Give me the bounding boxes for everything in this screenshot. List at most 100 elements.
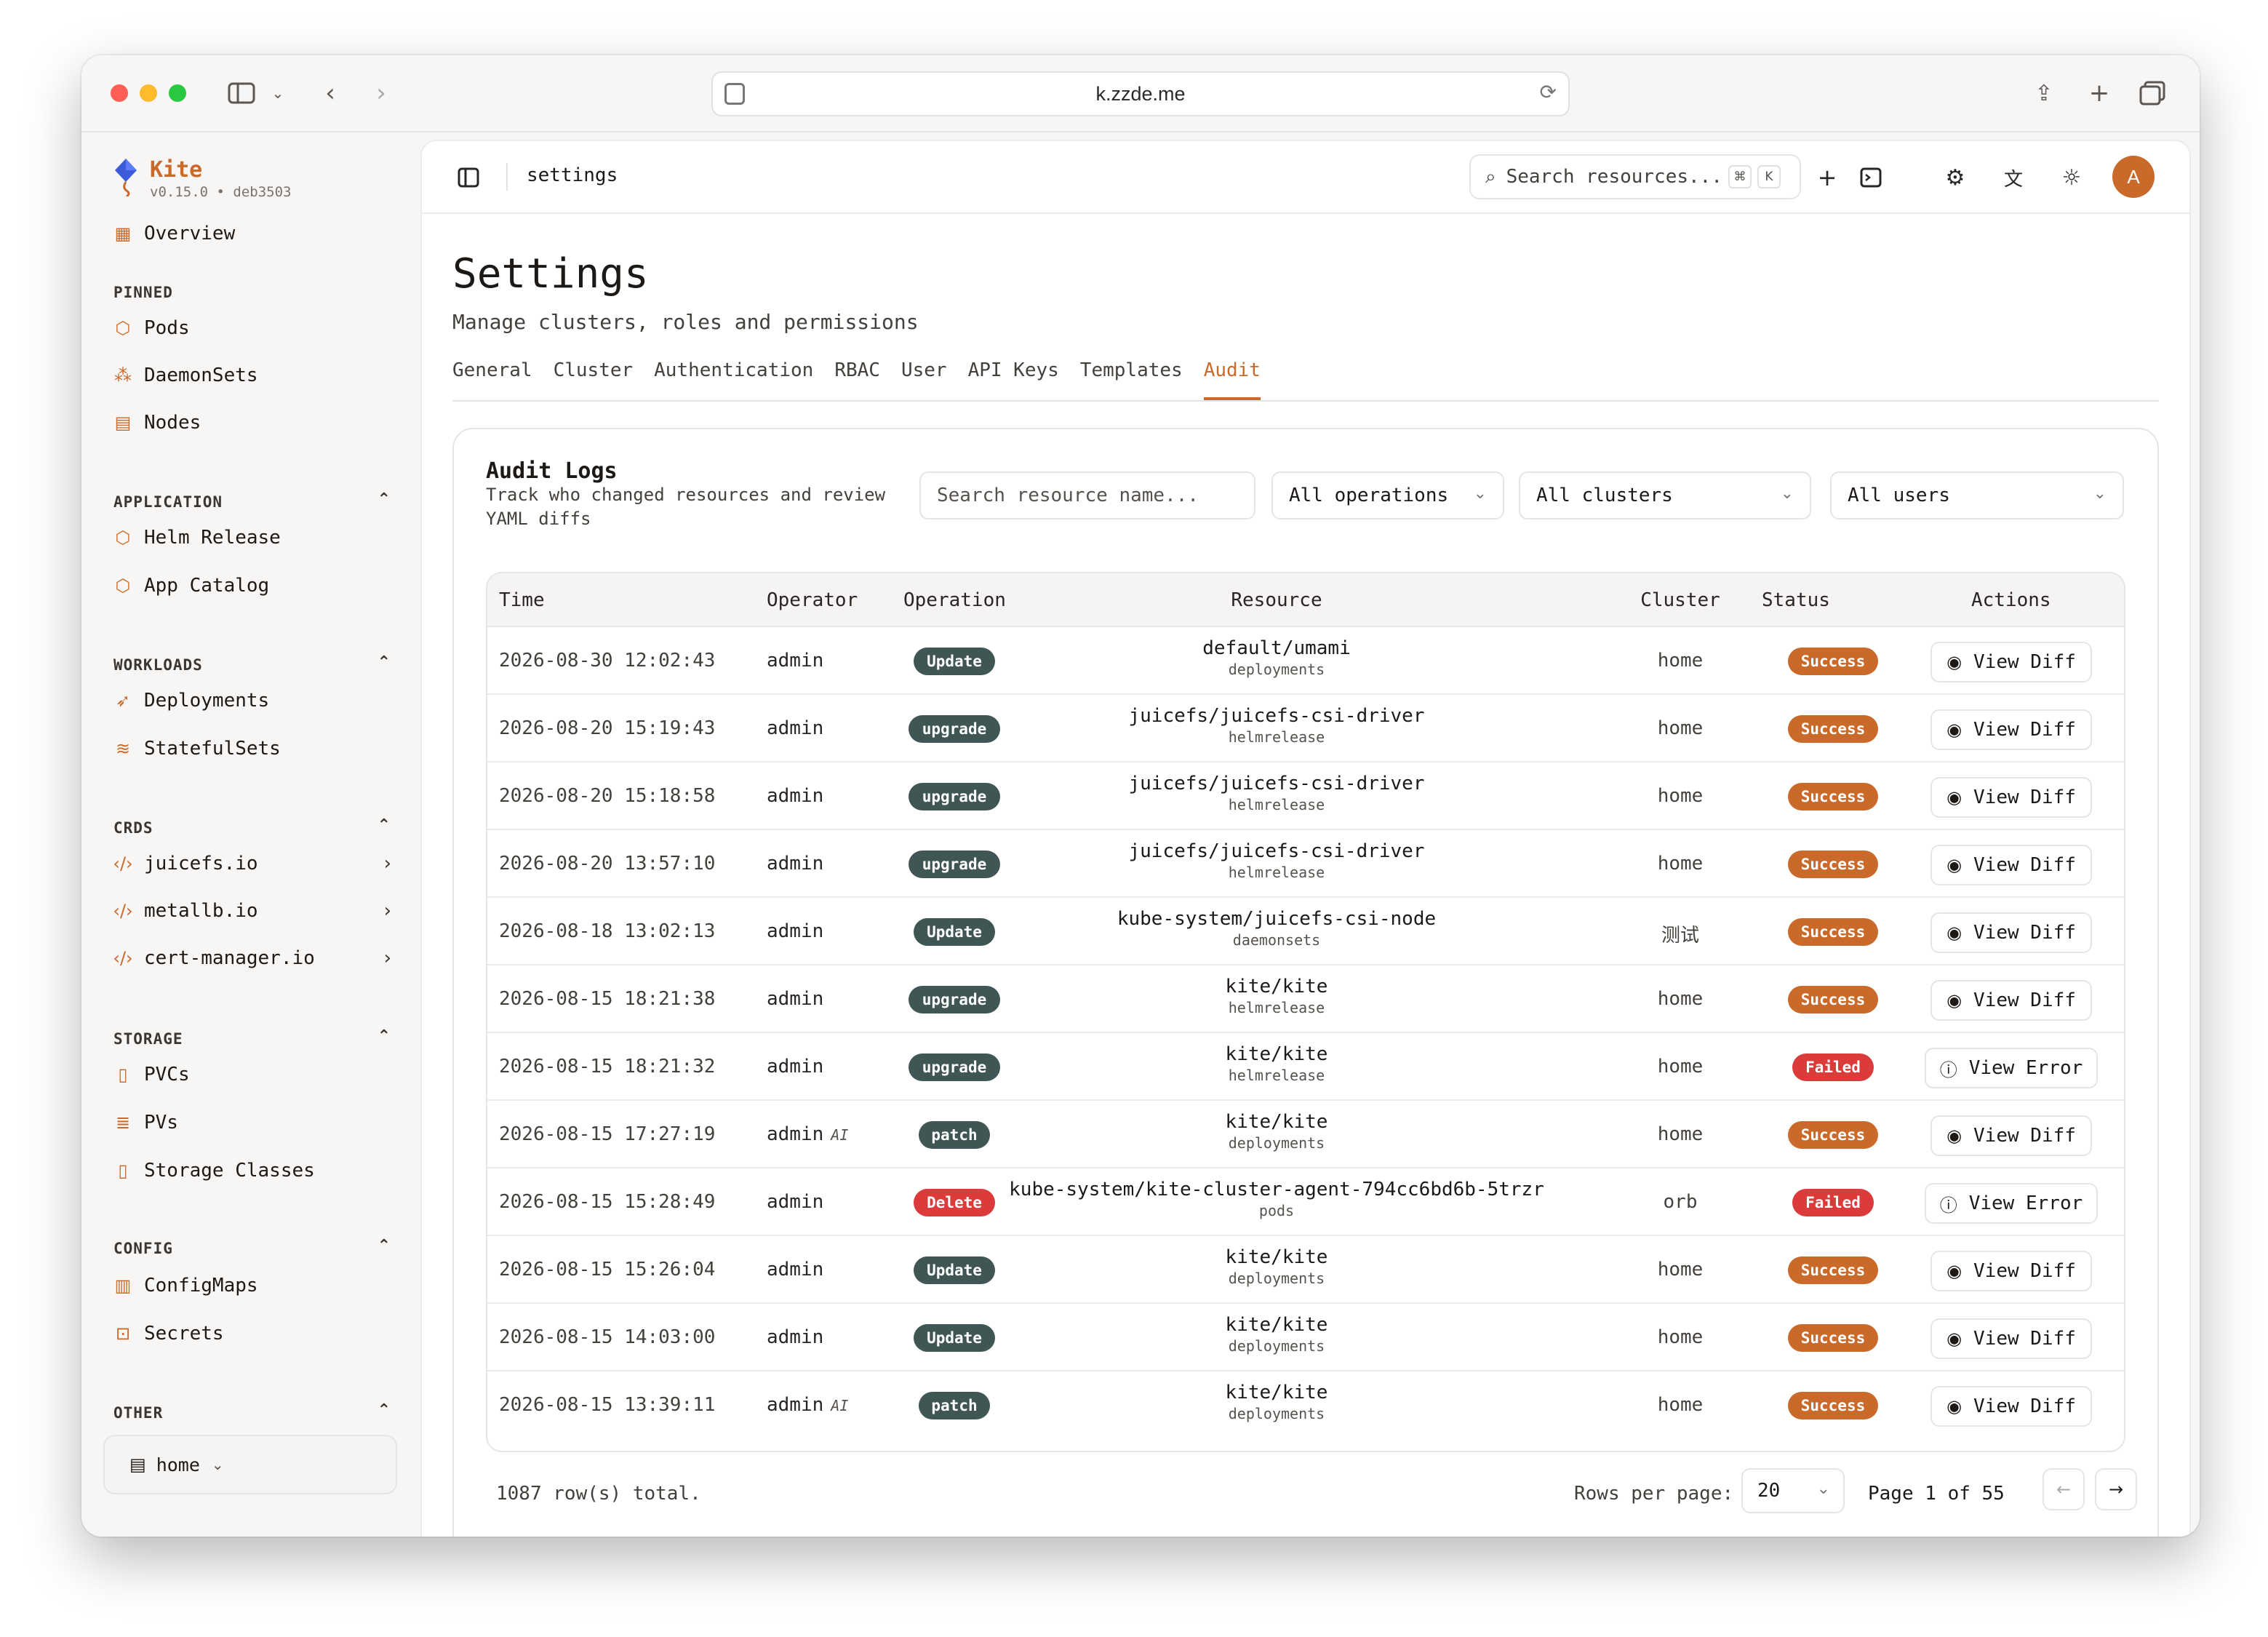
- sidebar-toggle-icon[interactable]: [224, 77, 259, 109]
- sidebar-item-overview[interactable]: ▦ Overview: [113, 217, 404, 250]
- operation-badge: upgrade: [909, 1054, 1000, 1081]
- sidebar-item-deployments[interactable]: ➶ Deployments: [113, 684, 404, 717]
- resource-name[interactable]: kite/kite: [997, 1246, 1557, 1268]
- section-workloads[interactable]: WORKLOADS ⌃: [113, 653, 404, 674]
- sidebar-item-daemonsets[interactable]: ⁂ DaemonSets: [113, 359, 404, 392]
- chevron-up-icon: ⌃: [377, 1027, 391, 1045]
- rows-per-page-select[interactable]: 20 ⌄: [1741, 1468, 1845, 1513]
- section-other[interactable]: OTHER ⌃: [113, 1401, 404, 1422]
- view-diff-button[interactable]: ◉ View Diff: [1930, 1318, 2092, 1359]
- resource-name[interactable]: default/umami: [997, 637, 1557, 659]
- terminal-icon[interactable]: [1855, 162, 1887, 194]
- resource-name[interactable]: kube-system/juicefs-csi-node: [997, 908, 1557, 930]
- view-diff-button[interactable]: ◉ View Diff: [1930, 642, 2092, 682]
- sidebar-item-secrets[interactable]: ⊡ Secrets: [113, 1317, 404, 1350]
- sidebar-item-nodes[interactable]: ▤ Nodes: [113, 406, 404, 439]
- tab-audit[interactable]: Audit: [1203, 359, 1261, 400]
- sidebar-item-pvcs[interactable]: ▯ PVCs: [113, 1058, 404, 1091]
- table-row: 2026-08-18 13:02:13 admin Update kube-syste…: [487, 898, 2124, 965]
- resource-name[interactable]: juicefs/juicefs-csi-driver: [997, 705, 1557, 727]
- back-icon[interactable]: ‹: [316, 77, 345, 109]
- resource-name[interactable]: kite/kite: [997, 1314, 1557, 1336]
- sidebar-item-pvs[interactable]: ≣ PVs: [113, 1106, 404, 1139]
- tab-user[interactable]: User: [901, 359, 947, 400]
- sidebar-item-statefulsets[interactable]: ≋ StatefulSets: [113, 732, 404, 765]
- sidebar-item-configmaps[interactable]: ▥ ConfigMaps: [113, 1269, 404, 1302]
- cell-operator: admin: [767, 988, 824, 1010]
- sidebar-item-pods[interactable]: ⬡ Pods: [113, 311, 404, 345]
- status-badge: Failed: [1792, 1054, 1874, 1081]
- resource-name[interactable]: kite/kite: [997, 976, 1557, 997]
- view-diff-button[interactable]: ◉ View Diff: [1930, 709, 2092, 750]
- sidebar-item-helm-release[interactable]: ⬡ Helm Release: [113, 521, 404, 554]
- search-resources-button[interactable]: ⌕ Search resources... ⌘ K: [1469, 154, 1801, 199]
- view-diff-button[interactable]: ◉ View Diff: [1930, 1251, 2092, 1291]
- view-error-button[interactable]: ⓘ View Error: [1925, 1048, 2098, 1088]
- cell-operator: admin: [767, 1056, 824, 1078]
- operations-filter[interactable]: All operations ⌄: [1271, 471, 1504, 519]
- package-icon: ⬡: [115, 575, 131, 596]
- audit-logs-card: Audit Logs Track who changed resources a…: [452, 428, 2159, 1537]
- panel-toggle-icon[interactable]: [452, 162, 484, 194]
- resource-name[interactable]: kite/kite: [997, 1111, 1557, 1133]
- theme-sun-icon[interactable]: ☼: [2056, 162, 2088, 194]
- tab-authentication[interactable]: Authentication: [654, 359, 813, 400]
- tabs-overview-icon[interactable]: [2134, 77, 2171, 109]
- resource-name[interactable]: juicefs/juicefs-csi-driver: [997, 840, 1557, 862]
- resource-search-input[interactable]: Search resource name...: [919, 471, 1255, 519]
- view-diff-button[interactable]: ◉ View Diff: [1930, 980, 2092, 1021]
- tab-templates[interactable]: Templates: [1080, 359, 1183, 400]
- cell-resource: kite/kite deployments: [997, 1382, 1557, 1422]
- view-diff-button[interactable]: ◉ View Diff: [1930, 912, 2092, 953]
- clusters-filter[interactable]: All clusters ⌄: [1519, 471, 1811, 519]
- view-diff-button[interactable]: ◉ View Diff: [1930, 1115, 2092, 1156]
- tab-general[interactable]: General: [452, 359, 532, 400]
- close-window-button[interactable]: [111, 84, 128, 102]
- sidebar-item-juicefs[interactable]: ‹/› juicefs.io ›: [113, 847, 404, 880]
- maximize-window-button[interactable]: [169, 84, 186, 102]
- user-avatar[interactable]: A: [2112, 156, 2155, 198]
- resource-name[interactable]: kite/kite: [997, 1043, 1557, 1065]
- view-diff-button[interactable]: ◉ View Diff: [1930, 777, 2092, 818]
- address-bar[interactable]: k.zzde.me ⟳: [711, 71, 1570, 116]
- settings-gear-icon[interactable]: ⚙: [1939, 162, 1971, 194]
- section-storage[interactable]: STORAGE ⌃: [113, 1027, 404, 1048]
- sidebar-item-app-catalog[interactable]: ⬡ App Catalog: [113, 569, 404, 602]
- share-icon[interactable]: ⇪: [2028, 77, 2060, 109]
- tab-api-keys[interactable]: API Keys: [968, 359, 1059, 400]
- table-row: 2026-08-20 15:18:58 admin upgrade juicefs/j…: [487, 762, 2124, 830]
- users-filter[interactable]: All users ⌄: [1830, 471, 2124, 519]
- cluster-selector[interactable]: ▤ home ⌄: [103, 1435, 397, 1494]
- sidebar-item-cert-manager[interactable]: ‹/› cert-manager.io ›: [113, 941, 404, 975]
- forward-icon[interactable]: ›: [367, 77, 396, 109]
- cell-resource: juicefs/juicefs-csi-driver helmrelease: [997, 840, 1557, 881]
- new-tab-icon[interactable]: +: [2083, 77, 2115, 109]
- section-crds[interactable]: CRDS ⌃: [113, 816, 404, 837]
- tab-cluster[interactable]: Cluster: [554, 359, 634, 400]
- add-icon[interactable]: +: [1811, 162, 1843, 194]
- minimize-window-button[interactable]: [140, 84, 157, 102]
- view-diff-button[interactable]: ◉ View Diff: [1930, 845, 2092, 885]
- brand[interactable]: Kite v0.15.0 • deb3503: [111, 157, 291, 200]
- section-application[interactable]: APPLICATION ⌃: [113, 490, 404, 511]
- cell-operator: admin: [767, 650, 824, 672]
- resource-name[interactable]: juicefs/juicefs-csi-driver: [997, 773, 1557, 794]
- tab-rbac[interactable]: RBAC: [834, 359, 880, 400]
- translate-reload-icon[interactable]: ⟳: [1540, 80, 1557, 104]
- file-icon: ▯: [118, 1064, 128, 1085]
- cell-cluster: 测试: [1661, 925, 1699, 947]
- resource-name[interactable]: kite/kite: [997, 1382, 1557, 1403]
- next-page-button[interactable]: →: [2095, 1468, 2137, 1510]
- sidebar-item-storage-classes[interactable]: ▯ Storage Classes: [113, 1154, 404, 1187]
- section-config[interactable]: CONFIG ⌃: [113, 1237, 404, 1257]
- sidebar-item-metallb[interactable]: ‹/› metallb.io ›: [113, 894, 404, 928]
- breadcrumb[interactable]: settings: [527, 164, 618, 186]
- chevron-down-icon[interactable]: ⌄: [268, 77, 288, 109]
- previous-page-button[interactable]: ←: [2043, 1468, 2085, 1510]
- cell-cluster: home: [1657, 717, 1704, 739]
- language-icon[interactable]: 文: [1997, 162, 2029, 194]
- cell-operator: admin AI: [767, 1394, 849, 1416]
- resource-name[interactable]: kube-system/kite-cluster-agent-794cc6bd6…: [997, 1179, 1557, 1200]
- view-error-button[interactable]: ⓘ View Error: [1925, 1183, 2098, 1224]
- view-diff-button[interactable]: ◉ View Diff: [1930, 1386, 2092, 1427]
